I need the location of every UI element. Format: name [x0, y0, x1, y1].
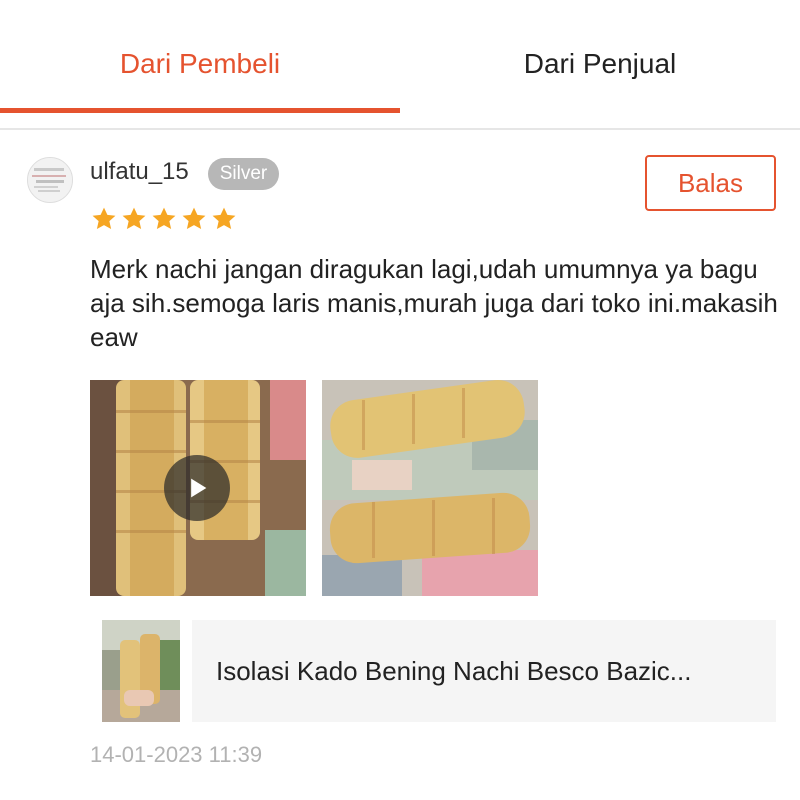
product-name: Isolasi Kado Bening Nachi Besco Bazic... [216, 655, 692, 686]
play-button[interactable] [164, 455, 230, 521]
review-photo-image [322, 380, 538, 596]
star-rating [90, 205, 238, 233]
review-timestamp: 14-01-2023 11:39 [90, 742, 263, 767]
product-image [102, 620, 180, 722]
review-text: Merk nachi jangan diragukan lagi,udah um… [90, 254, 778, 352]
star-icon [180, 205, 208, 233]
star-icon [120, 205, 148, 233]
tab-dari-penjual[interactable]: Dari Penjual [400, 0, 800, 128]
avatar-image [28, 158, 72, 202]
review-video-thumbnail[interactable] [90, 380, 306, 596]
product-link[interactable]: Isolasi Kado Bening Nachi Besco Bazic... [192, 620, 776, 722]
member-tier-badge: Silver [208, 158, 279, 190]
star-icon [210, 205, 238, 233]
reviewer-username[interactable]: ulfatu_15 [90, 158, 189, 186]
review-source-tabs: Dari Pembeli Dari Penjual [0, 0, 800, 130]
reply-button[interactable]: Balas [645, 155, 776, 211]
star-icon [150, 205, 178, 233]
review-photo-thumbnail[interactable] [322, 380, 538, 596]
active-tab-indicator [0, 108, 400, 113]
star-icon [90, 205, 118, 233]
avatar[interactable] [27, 157, 73, 203]
product-thumbnail[interactable] [102, 620, 180, 722]
play-icon [191, 478, 207, 498]
